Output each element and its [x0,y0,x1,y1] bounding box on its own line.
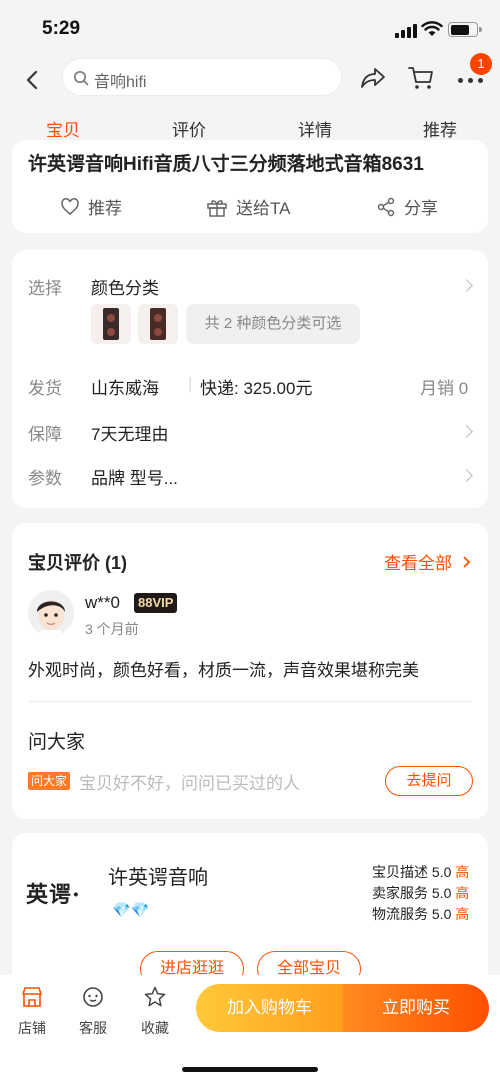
guarantee-value[interactable]: 7天无理由 [91,420,168,445]
top-bar: 音响hifi [0,56,500,106]
tab-recommend[interactable]: 推荐 [423,116,457,141]
bottom-action-bar: 店铺 客服 收藏 加入购物车 立即购买 [0,975,500,1082]
share-button[interactable]: 分享 [376,194,438,219]
favorite-button[interactable]: 收藏 [130,985,180,1038]
score-description: 宝贝描述 5.0 高 [372,864,470,880]
recommend-label: 推荐 [88,199,122,218]
share-icon[interactable] [358,64,388,92]
color-thumbnail-2[interactable] [138,304,178,344]
store-icon [22,987,42,1007]
shipping-express: 快递: 325.00元 [200,379,313,398]
shipping-origin: 山东威海 [91,379,159,398]
recommend-button[interactable]: 推荐 [60,194,122,219]
gift-label: 送给TA [236,199,291,218]
shop-name[interactable]: 许英谔音响 [108,861,208,890]
service-label: 客服 [79,1020,107,1036]
avatar-icon [28,590,74,636]
gift-icon [207,199,227,217]
review-time: 3 个月前 [85,621,139,637]
params-value[interactable]: 品牌 型号... [91,464,178,489]
heart-icon [61,197,79,215]
divider [28,701,472,702]
chevron-right-icon [463,556,471,568]
score-service: 卖家服务 5.0 高 [372,885,470,901]
cellular-signal-icon [395,24,417,38]
avatar[interactable] [28,590,74,636]
params-label: 参数 [28,469,62,488]
monthly-sales: 月销 0 [420,379,469,398]
search-input[interactable]: 音响hifi [62,58,342,96]
chat-face-icon [83,987,103,1007]
shop-logo[interactable]: 英谔· [26,877,108,908]
tab-baobei[interactable]: 宝贝 [46,116,80,141]
share-label: 分享 [404,199,438,218]
status-bar: 5:29 [0,0,500,56]
home-indicator[interactable] [182,1067,318,1072]
select-value[interactable]: 颜色分类 [91,274,159,299]
vip-badge: 88VIP [134,593,178,613]
qa-tag: 问大家 [28,772,71,790]
diamond-rating-icon: 💎💎 [112,902,150,919]
chevron-right-icon[interactable] [460,425,473,438]
shipping-separator: | [188,374,193,393]
cart-icon[interactable] [406,64,436,92]
battery-icon [448,22,482,37]
ask-question-button[interactable]: 去提问 [385,766,473,796]
back-icon[interactable] [20,67,46,93]
tab-reviews[interactable]: 评价 [172,116,206,141]
qa-placeholder[interactable]: 宝贝好不好，问问已买过的人 [79,769,300,794]
review-text[interactable]: 外观时尚，颜色好看，材质一流，声音效果堪称完美 [28,656,419,681]
customer-service-button[interactable]: 客服 [68,985,118,1038]
store-button[interactable]: 店铺 [7,985,57,1038]
chevron-right-icon[interactable] [460,469,473,482]
product-options-card: 选择 颜色分类 共 2 种颜色分类可选 发货 山东威海 | 快递: 325.00… [12,250,488,508]
product-title: 许英谔音响Hifi音质八寸三分频落地式音箱8631 [28,154,424,175]
reviews-card: 宝贝评价 (1) 查看全部 w**0 88VIP 3 个月前 外观时尚，颜色好看… [12,523,488,819]
view-all-reviews-link[interactable]: 查看全部 [384,549,473,574]
chevron-right-icon[interactable] [460,279,473,292]
select-label: 选择 [28,279,62,298]
star-icon [144,986,166,1007]
search-text: 音响hifi [94,74,147,91]
buy-now-button[interactable]: 立即购买 [343,984,489,1032]
wifi-icon [421,21,443,36]
shop-card: 英谔· 许英谔音响 💎💎 宝贝描述 5.0 高 卖家服务 5.0 高 物流服务 … [12,833,488,993]
reviews-title: 宝贝评价 (1) [28,553,127,573]
product-title-card: 许英谔音响Hifi音质八寸三分频落地式音箱8631 推荐 送给TA 分享 [12,140,488,233]
view-all-label: 查看全部 [384,554,452,573]
add-to-cart-button[interactable]: 加入购物车 [196,984,343,1032]
store-label: 店铺 [18,1020,46,1036]
search-icon [74,71,89,86]
status-time: 5:29 [42,18,81,39]
reviewer-name: w**0 [85,593,120,612]
favorite-label: 收藏 [141,1020,169,1036]
qa-title[interactable]: 问大家 [28,727,85,754]
shipping-label: 发货 [28,379,62,398]
color-thumbnail-1[interactable] [91,304,131,344]
tab-details[interactable]: 详情 [298,116,332,141]
share-nodes-icon [377,197,395,216]
gift-button[interactable]: 送给TA [206,194,290,219]
guarantee-label: 保障 [28,425,62,444]
notification-badge: 1 [470,53,492,75]
score-logistics: 物流服务 5.0 高 [372,906,470,922]
color-count-pill[interactable]: 共 2 种颜色分类可选 [186,304,360,344]
